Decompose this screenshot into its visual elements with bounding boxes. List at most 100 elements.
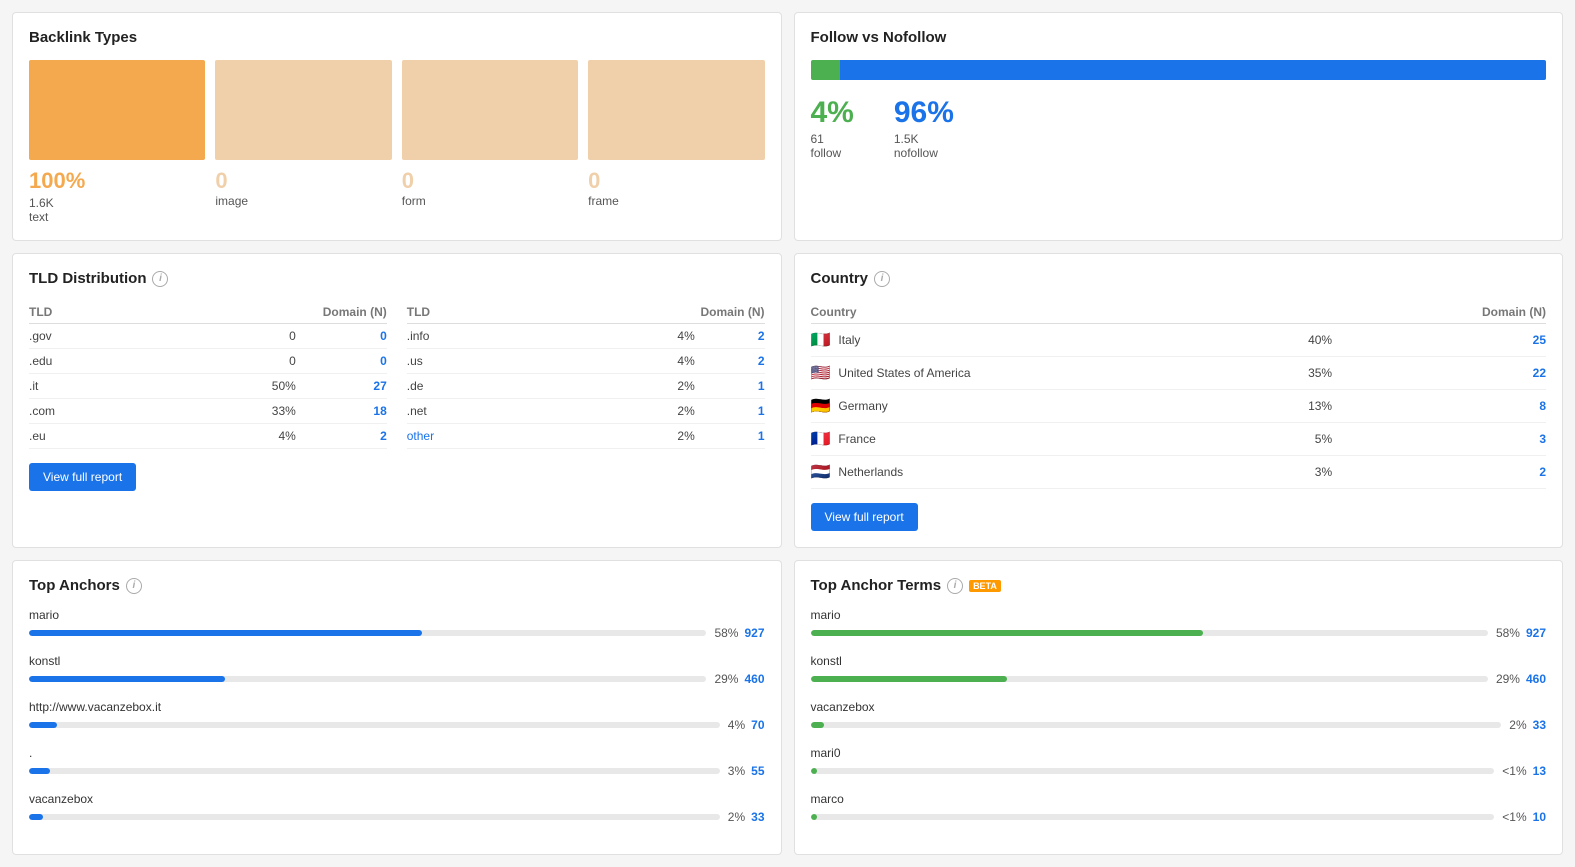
tld-left-pct: 50% [132,374,295,399]
anchor-term-bar-wrap: 29% 460 [811,672,1547,686]
anchor-pct-label: 3% [728,764,745,778]
backlink-count: 1.6K [29,196,205,210]
country-pct: 40% [1252,324,1332,357]
tld-left-row: .edu 0 0 [29,349,387,374]
anchor-stats: 58% 927 [714,626,764,640]
anchor-term-bar-wrap: <1% 10 [811,810,1547,824]
follow-stat-nofollow: 96% 1.5K nofollow [894,96,954,160]
anchor-item: mario 58% 927 [29,608,765,640]
anchor-term-item: konstl 29% 460 [811,654,1547,686]
country-n: 8 [1332,390,1546,423]
country-card: Country i Country Domain (N) 🇮🇹 Italy 40… [794,253,1564,548]
tld-left-tld: .it [29,374,132,399]
country-name: United States of America [838,366,970,380]
tld-left-row: .com 33% 18 [29,399,387,424]
anchor-bar-fill [29,768,50,774]
tld-left-row: .eu 4% 2 [29,424,387,449]
country-title: Country i [811,270,1547,287]
anchor-label: mario [29,608,765,622]
backlink-types-card: Backlink Types 100% 1.6K text 0 image 0 … [12,12,782,241]
tld-right-pct: 2% [514,374,695,399]
anchor-label: http://www.vacanzebox.it [29,700,765,714]
anchor-term-stats: 29% 460 [1496,672,1546,686]
country-name: Germany [838,399,887,413]
backlink-label: image [215,194,391,208]
tld-left-tld: .gov [29,324,132,349]
anchor-bar-bg [29,630,706,636]
top-anchors-info-icon[interactable]: i [126,578,142,594]
tld-left-n: 2 [296,424,387,449]
country-view-full-report-button[interactable]: View full report [811,503,918,531]
country-domain-n-header: Domain (N) [1332,301,1546,324]
tld-left-tld: .edu [29,349,132,374]
tld-columns: TLD Domain (N) .gov 0 0 .edu 0 0 .it 50%… [29,301,765,449]
anchor-bar-fill [29,722,57,728]
anchor-term-count: 13 [1533,764,1546,778]
tld-card: TLD Distribution i TLD Domain (N) .gov 0… [12,253,782,548]
tld-right-domain-header: Domain (N) [514,301,765,324]
anchor-term-stats: 58% 927 [1496,626,1546,640]
beta-badge: BETA [969,580,1001,592]
backlink-item: 0 image [215,60,391,224]
anchor-term-stats: <1% 13 [1502,764,1546,778]
tld-right-n: 2 [695,349,765,374]
backlink-types-grid: 100% 1.6K text 0 image 0 form 0 frame [29,60,765,224]
backlink-percent: 0 [588,168,764,194]
anchor-term-bar-wrap: 2% 33 [811,718,1547,732]
anchor-item: http://www.vacanzebox.it 4% 70 [29,700,765,732]
tld-left-table: TLD Domain (N) .gov 0 0 .edu 0 0 .it 50%… [29,301,387,449]
anchor-bar-bg [29,814,720,820]
tld-right-row: .de 2% 1 [407,374,765,399]
anchor-bar-bg [29,676,706,682]
country-flag: 🇺🇸 [811,363,831,383]
backlink-swatch [588,60,764,160]
tld-view-full-report-button[interactable]: View full report [29,463,136,491]
anchor-term-bar-wrap: 58% 927 [811,626,1547,640]
anchor-item: vacanzebox 2% 33 [29,792,765,824]
country-info-icon[interactable]: i [874,271,890,287]
anchor-label: vacanzebox [29,792,765,806]
follow-bar-nofollow-segment [840,60,1546,80]
country-label: Country [811,270,869,287]
anchor-label: . [29,746,765,760]
anchor-term-pct-label: 2% [1509,718,1526,732]
country-pct: 3% [1252,456,1332,489]
tld-right-pct: 2% [514,399,695,424]
country-row: 🇺🇸 United States of America 35% 22 [811,357,1547,390]
tld-right-row: .net 2% 1 [407,399,765,424]
follow-nofollow-label: Follow vs Nofollow [811,29,947,46]
anchor-term-bar-wrap: <1% 13 [811,764,1547,778]
anchor-pct-label: 58% [714,626,738,640]
anchor-term-label: mario [811,608,1547,622]
anchor-term-bar-fill [811,814,818,820]
country-row: 🇮🇹 Italy 40% 25 [811,324,1547,357]
tld-left-col: TLD Domain (N) .gov 0 0 .edu 0 0 .it 50%… [29,301,387,449]
follow-bar-container [811,60,1547,80]
country-pct: 13% [1252,390,1332,423]
anchor-item: konstl 29% 460 [29,654,765,686]
anchor-count: 70 [751,718,764,732]
anchor-term-item: mari0 <1% 13 [811,746,1547,778]
nofollow-name: nofollow [894,146,954,160]
tld-title: TLD Distribution i [29,270,765,287]
anchor-term-item: marco <1% 10 [811,792,1547,824]
backlink-swatch [215,60,391,160]
country-name: France [838,432,875,446]
backlink-swatch [29,60,205,160]
top-anchor-terms-label: Top Anchor Terms [811,577,942,594]
tld-right-n: 2 [695,324,765,349]
tld-right-row: .us 4% 2 [407,349,765,374]
country-flag-name: 🇫🇷 France [811,423,1252,456]
top-anchor-terms-info-icon[interactable]: i [947,578,963,594]
anchor-term-count: 33 [1533,718,1546,732]
top-anchors-title: Top Anchors i [29,577,765,594]
country-n: 2 [1332,456,1546,489]
tld-right-tld[interactable]: other [407,424,514,449]
anchor-term-label: mari0 [811,746,1547,760]
tld-right-tld: .de [407,374,514,399]
anchor-term-label: marco [811,792,1547,806]
anchor-term-bar-fill [811,630,1204,636]
anchor-term-item: vacanzebox 2% 33 [811,700,1547,732]
tld-info-icon[interactable]: i [152,271,168,287]
country-row: 🇳🇱 Netherlands 3% 2 [811,456,1547,489]
